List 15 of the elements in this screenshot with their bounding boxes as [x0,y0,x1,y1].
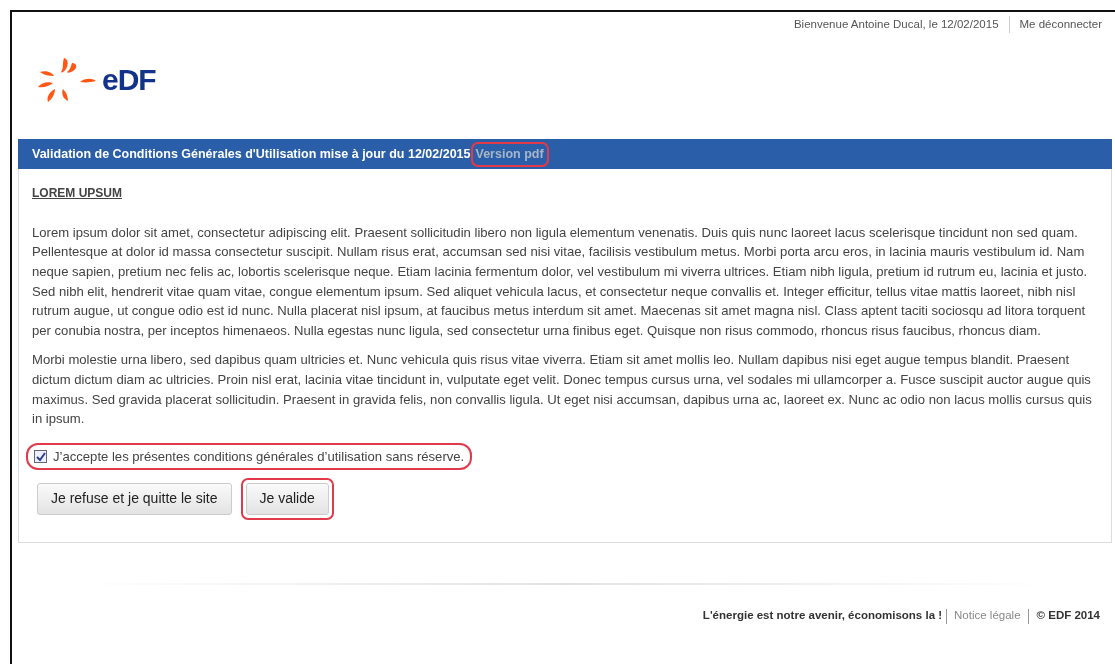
check-icon [35,451,47,464]
welcome-text: Bienvenue Antoine Ducal, le 12/02/2015 [792,17,1000,32]
validate-button[interactable]: Je valide [245,483,329,515]
body-paragraph: Lorem ipsum dolor sit amet, consectetur adipiscing elit. Praesent sollicitudin libero non ligula elementum venenatis. Duis quis nunc laoreet lacus scelerisque tincidunt non sed quam. Pellentesque at dolor id massa consectetur suscipit. Nullam risus erat, accumsan sed nisi vitae, facilisis vestibulum metus. Morbi porta arcu eros, in lacinia mauris vestibulum id. Nam neque sapien, pretium nec felis ac, lobortis scelerisque neque. Etiam lacinia fermentum dolor, vel vestibulum mi viverra ultrices. Etiam nibh ligula, pretium id rutrum eu, lacinia et justo. Sed nibh elit, hendrerit vitae quam vitae, congue elementum ipsum. Sed aliquet vehicula lacus, et consectetur neque convallis et. Integer efficitur, tellus vitae mattis laoreet, nibh nisl rutrum augue, ut congue odio est id nunc. Nulla placerat nisl ipsum, at faucibus metus interdum sit amet. Maecenas sit amet magna nisl. Class aptent taciti sociosqu ad litora torquent per conubia nostra, per inceptos himenaeos. Nulla egestas nunc ligula, sed consectetur urna finibus eget. Quisque non risus commodo, rhoncus risus faucibus, rhoncus diam. [32,223,1089,340]
refuse-button[interactable]: Je refuse et je quitte le site [37,483,232,515]
panel-title: Validation de Conditions Générales d'Utilisation mise à jour du 12/02/2015 [32,145,471,163]
slogan-text: L'énergie est notre avenir, économisons la ! [702,607,943,623]
swirl-logo-icon [36,56,98,105]
legal-notice-link[interactable]: Notice légale [946,608,1029,625]
copyright-text: © EDF 2014 [1035,607,1100,623]
section-heading: LOREM UPSUM [32,185,122,203]
body-paragraph: Morbi molestie urna libero, sed dapibus quam ultricies et. Nunc vehicula quis risus vitae viverra. Etiam sit amet mollis leo. Nullam dapibus nisi eget augue tempus blandit. Praesent dictum dictum diam ac ultricies. Proin nisl erat, lacinia vitae tincidunt in, vulputate eget velit. Donec tempus cursus urna, vel sodales mi ullamcorper a. Fusce suscipit auctor augue quis maximus. Sed gravida placerat sollicitudin. Praesent in gravida felis, non convallis ligula. Ut eget nisi accumsan, dapibus urna ac, laoreet ex. Nunc ac odio non lacus mollis cursus quis in ipsum. [32,351,1093,429]
logout-link[interactable]: Me déconnecter [1019,18,1102,30]
accept-checkbox[interactable]: J’accepte les présentes conditions générales d’utilisation sans réserve. [26,442,473,471]
logo-text: eDF [102,65,156,96]
